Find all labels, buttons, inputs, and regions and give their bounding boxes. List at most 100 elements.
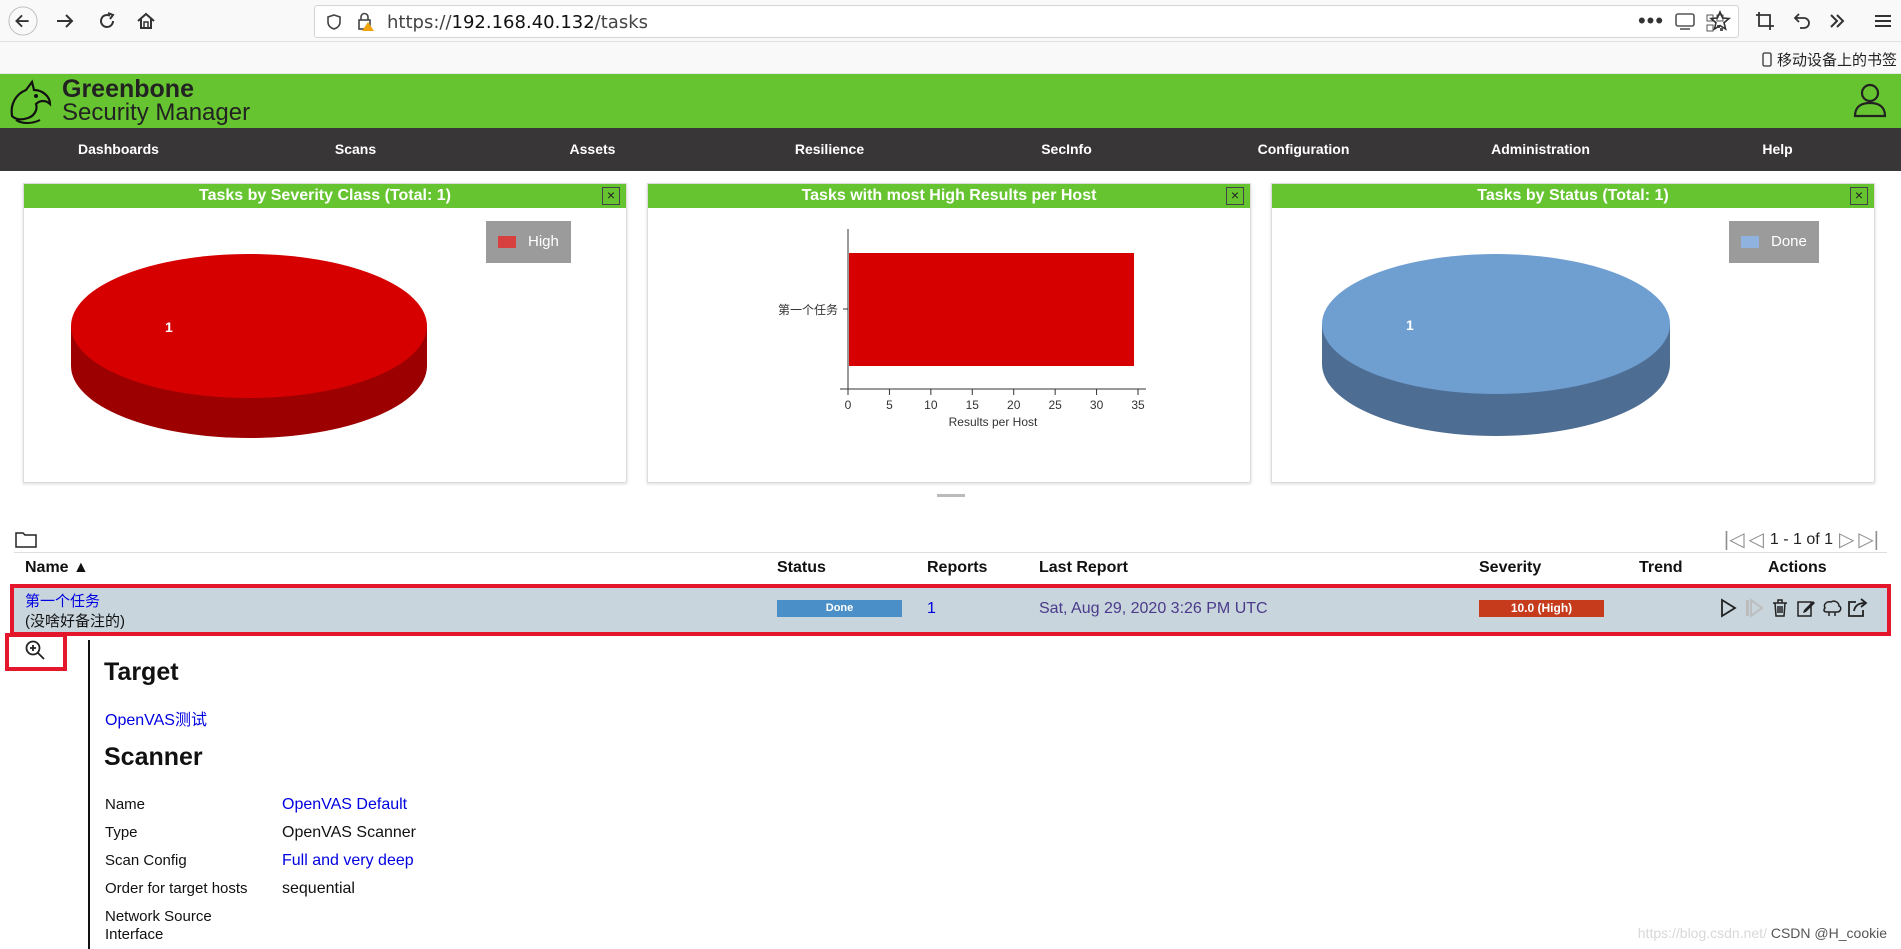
- next-page-icon[interactable]: ▷: [1839, 527, 1854, 552]
- forward-button[interactable]: [50, 6, 80, 36]
- x-tick-label: 10: [924, 398, 938, 412]
- greenbone-dragon-logo-icon: [10, 79, 52, 124]
- menu-resilience[interactable]: Resilience: [711, 128, 948, 171]
- reader-view-icon: [1675, 13, 1695, 30]
- chart-title: Tasks by Severity Class (Total: 1): [24, 184, 626, 208]
- address-bar[interactable]: https://192.168.40.132/tasks: [314, 5, 1739, 38]
- bookmark-star-button[interactable]: [1705, 6, 1735, 36]
- more-actions-button[interactable]: •••: [1636, 6, 1666, 36]
- column-header-status[interactable]: Status: [777, 559, 826, 577]
- severity-class-chart-panel: Tasks by Severity Class (Total: 1) × Hig…: [23, 183, 627, 483]
- undo-icon: [1793, 13, 1810, 29]
- menu-dashboards[interactable]: Dashboards: [0, 128, 237, 171]
- last-page-icon[interactable]: ▷|: [1858, 527, 1879, 552]
- chart-legend: Done: [1729, 221, 1819, 263]
- reload-button[interactable]: [92, 6, 122, 36]
- star-icon: [1709, 10, 1731, 31]
- resize-handle[interactable]: [937, 494, 965, 497]
- home-button[interactable]: [131, 6, 161, 36]
- url-text: https://192.168.40.132/tasks: [387, 12, 649, 33]
- scan-config-link[interactable]: Full and very deep: [282, 852, 414, 870]
- y-tick-label: 第一个任务: [778, 302, 838, 317]
- x-tick-label: 25: [1048, 398, 1062, 412]
- pagination: |◁ ◁ 1 - 1 of 1 ▷ ▷|: [1722, 527, 1881, 552]
- mobile-bookmarks-link[interactable]: 移动设备上的书签: [1762, 49, 1897, 70]
- user-menu-button[interactable]: [1853, 82, 1887, 123]
- hamburger-menu-button[interactable]: [1868, 6, 1898, 36]
- reload-icon: [100, 12, 115, 28]
- x-tick-label: 35: [1131, 398, 1145, 412]
- field-label: Type: [105, 824, 138, 841]
- first-page-icon[interactable]: |◁: [1724, 527, 1745, 552]
- back-button[interactable]: [8, 6, 38, 36]
- chart-legend: High: [486, 221, 571, 263]
- field-label: Name: [105, 796, 146, 813]
- chart-title: Tasks by Status (Total: 1): [1272, 184, 1874, 208]
- scanner-type-value: OpenVAS Scanner: [282, 824, 417, 841]
- menu-scans[interactable]: Scans: [237, 128, 474, 171]
- home-icon: [137, 12, 155, 29]
- app-subtitle: Security Manager: [62, 99, 251, 126]
- back-arrow-icon: [8, 6, 38, 36]
- legend-swatch: [1741, 236, 1759, 249]
- high-results-chart-panel: Tasks with most High Results per Host × …: [647, 183, 1251, 483]
- legend-swatch: [498, 236, 516, 249]
- insecure-lock-icon: [358, 12, 374, 31]
- menu-secinfo[interactable]: SecInfo: [948, 128, 1185, 171]
- highlight-annotation: [10, 584, 1891, 636]
- previous-page-icon[interactable]: ◁: [1748, 527, 1763, 552]
- shield-icon: [327, 14, 341, 30]
- reader-button[interactable]: [1670, 6, 1700, 36]
- close-icon[interactable]: ×: [1850, 187, 1868, 205]
- expand-details-zoom-icon[interactable]: [24, 639, 46, 661]
- host-order-value: sequential: [282, 880, 355, 897]
- menu-assets[interactable]: Assets: [474, 128, 711, 171]
- app-header: Greenbone Security Manager: [0, 74, 1901, 128]
- bookmarks-bar: 移动设备上的书签: [0, 42, 1901, 74]
- x-tick-label: 0: [845, 398, 852, 412]
- watermark-url: https://blog.csdn.net/: [1637, 925, 1767, 941]
- severity-pie-chart[interactable]: 1: [69, 254, 434, 444]
- high-results-bar-chart[interactable]: 第一个任务 0 5 10 15 20 25 30 35 Results per Host: [748, 219, 1228, 449]
- screenshot-button[interactable]: [1750, 6, 1780, 36]
- scanner-name-link[interactable]: OpenVAS Default: [282, 796, 407, 814]
- forward-arrow-icon: [57, 14, 74, 28]
- ellipsis-icon: •••: [1637, 8, 1665, 33]
- column-header-last-report[interactable]: Last Report: [1039, 559, 1128, 577]
- phone-icon: [1762, 52, 1772, 67]
- column-header-name[interactable]: Name ▲: [25, 559, 89, 577]
- close-icon[interactable]: ×: [602, 187, 620, 205]
- menu-administration[interactable]: Administration: [1422, 128, 1659, 171]
- target-heading: Target: [104, 658, 179, 686]
- undo-button[interactable]: [1786, 6, 1816, 36]
- field-label: Network Source Interface: [105, 908, 212, 943]
- chart-title: Tasks with most High Results per Host: [648, 184, 1250, 208]
- x-tick-label: 15: [966, 398, 980, 412]
- crop-icon: [1756, 12, 1774, 30]
- legend-label: High: [528, 233, 559, 250]
- user-icon: [1853, 83, 1887, 118]
- column-header-reports[interactable]: Reports: [927, 559, 987, 577]
- pie-slice-label: 1: [1406, 317, 1414, 333]
- folder-icon[interactable]: [15, 530, 37, 548]
- details-divider: [88, 640, 90, 949]
- pie-slice-label: 1: [165, 319, 173, 335]
- page-counts: 1 - 1 of 1: [1769, 530, 1834, 548]
- double-chevron-right-icon: [1830, 14, 1845, 28]
- x-tick-label: 20: [1007, 398, 1021, 412]
- column-header-severity[interactable]: Severity: [1479, 559, 1541, 577]
- menu-help[interactable]: Help: [1659, 128, 1896, 171]
- overflow-menu-button[interactable]: [1822, 6, 1852, 36]
- x-axis-label: Results per Host: [949, 415, 1038, 429]
- hamburger-icon: [1875, 15, 1891, 27]
- column-header-trend[interactable]: Trend: [1639, 559, 1683, 577]
- close-icon[interactable]: ×: [1226, 187, 1244, 205]
- menu-configuration[interactable]: Configuration: [1185, 128, 1422, 171]
- status-pie-chart[interactable]: 1: [1320, 254, 1675, 444]
- legend-label: Done: [1771, 233, 1807, 250]
- pie-slice-high: [71, 254, 427, 398]
- bar: [849, 253, 1135, 366]
- target-link[interactable]: OpenVAS测试: [105, 706, 207, 730]
- browser-toolbar: https://192.168.40.132/tasks •••: [0, 0, 1901, 42]
- header-divider: [14, 552, 1887, 553]
